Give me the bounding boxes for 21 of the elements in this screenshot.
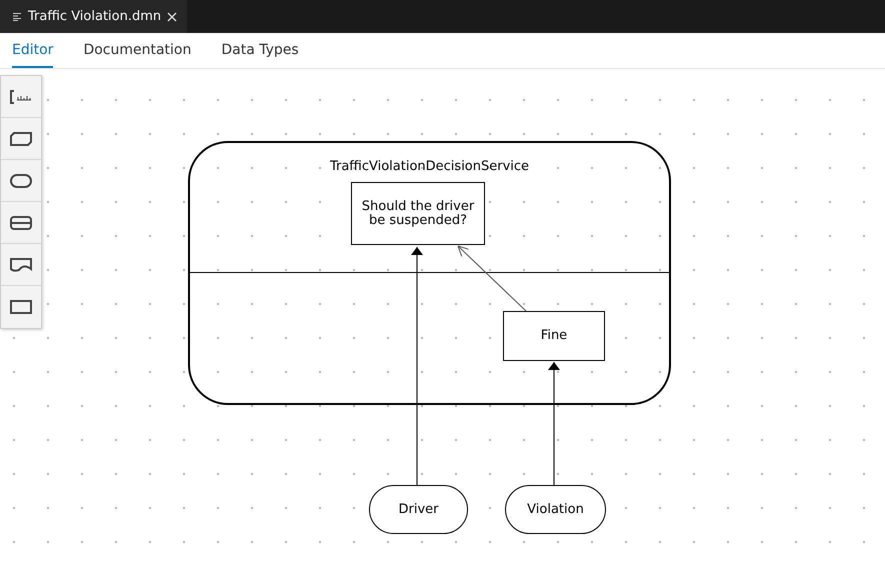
connector-arrow — [458, 246, 526, 312]
file-tab-title: Traffic Violation.dmn — [28, 9, 162, 24]
divided-rectangle-icon — [10, 216, 32, 230]
palette-tool[interactable] — [1, 244, 41, 286]
editor-tab[interactable]: Documentation — [83, 33, 192, 68]
rectangle-icon — [10, 300, 32, 314]
input-data-node: Driver — [369, 485, 468, 534]
palette-tool[interactable] — [1, 76, 41, 118]
palette-tool[interactable] — [1, 160, 41, 202]
rounded-rectangle-icon — [10, 174, 32, 188]
lines-icon — [13, 12, 22, 20]
file-tab[interactable]: Traffic Violation.dmn — [0, 0, 188, 33]
palette-tool[interactable] — [1, 202, 41, 244]
palette-tool[interactable] — [1, 118, 41, 160]
decision-node: Should the driver be suspended? — [351, 182, 485, 245]
annotation-icon — [10, 90, 32, 104]
editor-tab[interactable]: Data Types — [221, 33, 299, 68]
input-data-node: Violation — [505, 485, 606, 534]
palette-tool[interactable] — [1, 286, 41, 328]
decision-node: Fine — [503, 311, 605, 361]
decision-service-title: TrafficViolationDecisionService — [328, 160, 530, 174]
